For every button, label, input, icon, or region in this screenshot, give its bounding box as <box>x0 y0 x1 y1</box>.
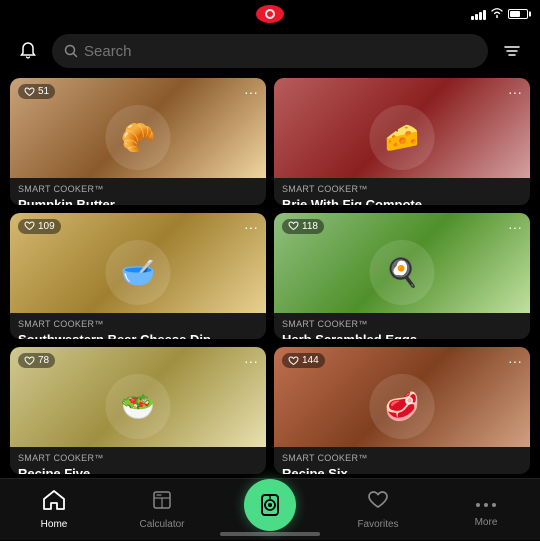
recipe-more-button[interactable]: ··· <box>244 84 258 100</box>
recipe-info: SMART COOKER™ Recipe Five 25 Min <box>10 447 266 474</box>
bottom-nav: Home Calculator Favor <box>0 478 540 540</box>
home-indicator <box>220 532 320 536</box>
recipe-card-3[interactable]: 109 ··· 🥣 SMART COOKER™ Southwestern Bee… <box>10 213 266 340</box>
recipe-title: Recipe Five <box>18 466 258 474</box>
favorites-label: Favorites <box>357 519 398 530</box>
recipe-more-button[interactable]: ··· <box>508 219 522 235</box>
smart-cooker-label: SMART COOKER™ <box>282 453 522 463</box>
nav-item-home[interactable]: Home <box>0 490 108 530</box>
wifi-icon <box>490 7 504 21</box>
recipe-info: SMART COOKER™ Herb Scrambled Eggs 16 Min <box>274 313 530 340</box>
recipe-more-button[interactable]: ··· <box>244 353 258 369</box>
nav-item-favorites[interactable]: Favorites <box>324 490 432 530</box>
nav-item-more[interactable]: More <box>432 491 540 528</box>
recipe-likes: 118 <box>282 219 324 234</box>
filter-icon[interactable] <box>496 35 528 67</box>
recipe-card-1[interactable]: 51 ··· 🥐 SMART COOKER™ Pumpkin Butter 15… <box>10 78 266 205</box>
nav-item-calculator[interactable]: Calculator <box>108 490 216 530</box>
more-icon <box>475 491 497 514</box>
recipe-info: SMART COOKER™ Recipe Six 30 Min <box>274 447 530 474</box>
recipe-card-4[interactable]: 118 ··· 🍳 SMART COOKER™ Herb Scrambled E… <box>274 213 530 340</box>
recipe-card-5[interactable]: 78 ··· 🥗 SMART COOKER™ Recipe Five 25 Mi… <box>10 347 266 474</box>
app-icon <box>256 5 284 23</box>
search-bar-container <box>0 28 540 74</box>
recipe-likes: 109 <box>18 219 61 234</box>
recipe-title: Pumpkin Butter <box>18 197 258 205</box>
recipe-likes: 78 <box>18 353 55 368</box>
recipe-more-button[interactable]: ··· <box>244 219 258 235</box>
recipe-card-6[interactable]: 144 ··· 🥩 SMART COOKER™ Recipe Six 30 Mi… <box>274 347 530 474</box>
recipe-image: 78 ··· 🥗 <box>10 347 266 447</box>
smart-cooker-label: SMART COOKER™ <box>18 319 258 329</box>
recipe-image: 144 ··· 🥩 <box>274 347 530 447</box>
recipe-title: Recipe Six <box>282 466 522 474</box>
home-label: Home <box>41 519 68 530</box>
recipe-likes: 144 <box>282 353 325 368</box>
smart-cooker-label: SMART COOKER™ <box>18 184 258 194</box>
notification-bell-icon[interactable] <box>12 35 44 67</box>
recipe-title: Brie With Fig Compote <box>282 197 522 205</box>
recipe-info: SMART COOKER™ Pumpkin Butter 15 Min <box>10 178 266 205</box>
favorites-icon <box>367 490 389 516</box>
search-input-wrap[interactable] <box>52 34 488 68</box>
recipe-image: ··· 🧀 <box>274 78 530 178</box>
recipe-likes: 51 <box>18 84 55 99</box>
recipe-more-button[interactable]: ··· <box>508 353 522 369</box>
status-bar <box>0 0 540 28</box>
recipe-grid: 51 ··· 🥐 SMART COOKER™ Pumpkin Butter 15… <box>0 74 540 478</box>
calculator-icon <box>152 490 172 516</box>
smart-cooker-label: SMART COOKER™ <box>282 319 522 329</box>
recipe-info: SMART COOKER™ Southwestern Beer Cheese D… <box>10 313 266 340</box>
center-button[interactable] <box>244 479 296 531</box>
search-icon <box>64 44 78 58</box>
more-label: More <box>475 517 498 528</box>
recipe-title: Southwestern Beer Cheese Dip <box>18 332 258 340</box>
recipe-info: SMART COOKER™ Brie With Fig Compote 40 M… <box>274 178 530 205</box>
recipe-image: 51 ··· 🥐 <box>10 78 266 178</box>
calculator-label: Calculator <box>139 519 184 530</box>
battery-icon <box>508 9 528 19</box>
home-icon <box>43 490 65 516</box>
smart-cooker-label: SMART COOKER™ <box>282 184 522 194</box>
signal-icon <box>471 8 486 20</box>
recipe-image: 109 ··· 🥣 <box>10 213 266 313</box>
smart-cooker-label: SMART COOKER™ <box>18 453 258 463</box>
recipe-title: Herb Scrambled Eggs <box>282 332 522 340</box>
recipe-more-button[interactable]: ··· <box>508 84 522 100</box>
cooker-icon <box>257 492 283 518</box>
status-bar-right <box>471 7 528 21</box>
search-input[interactable] <box>84 43 476 60</box>
recipe-card-2[interactable]: ··· 🧀 SMART COOKER™ Brie With Fig Compot… <box>274 78 530 205</box>
recipe-image: 118 ··· 🍳 <box>274 213 530 313</box>
